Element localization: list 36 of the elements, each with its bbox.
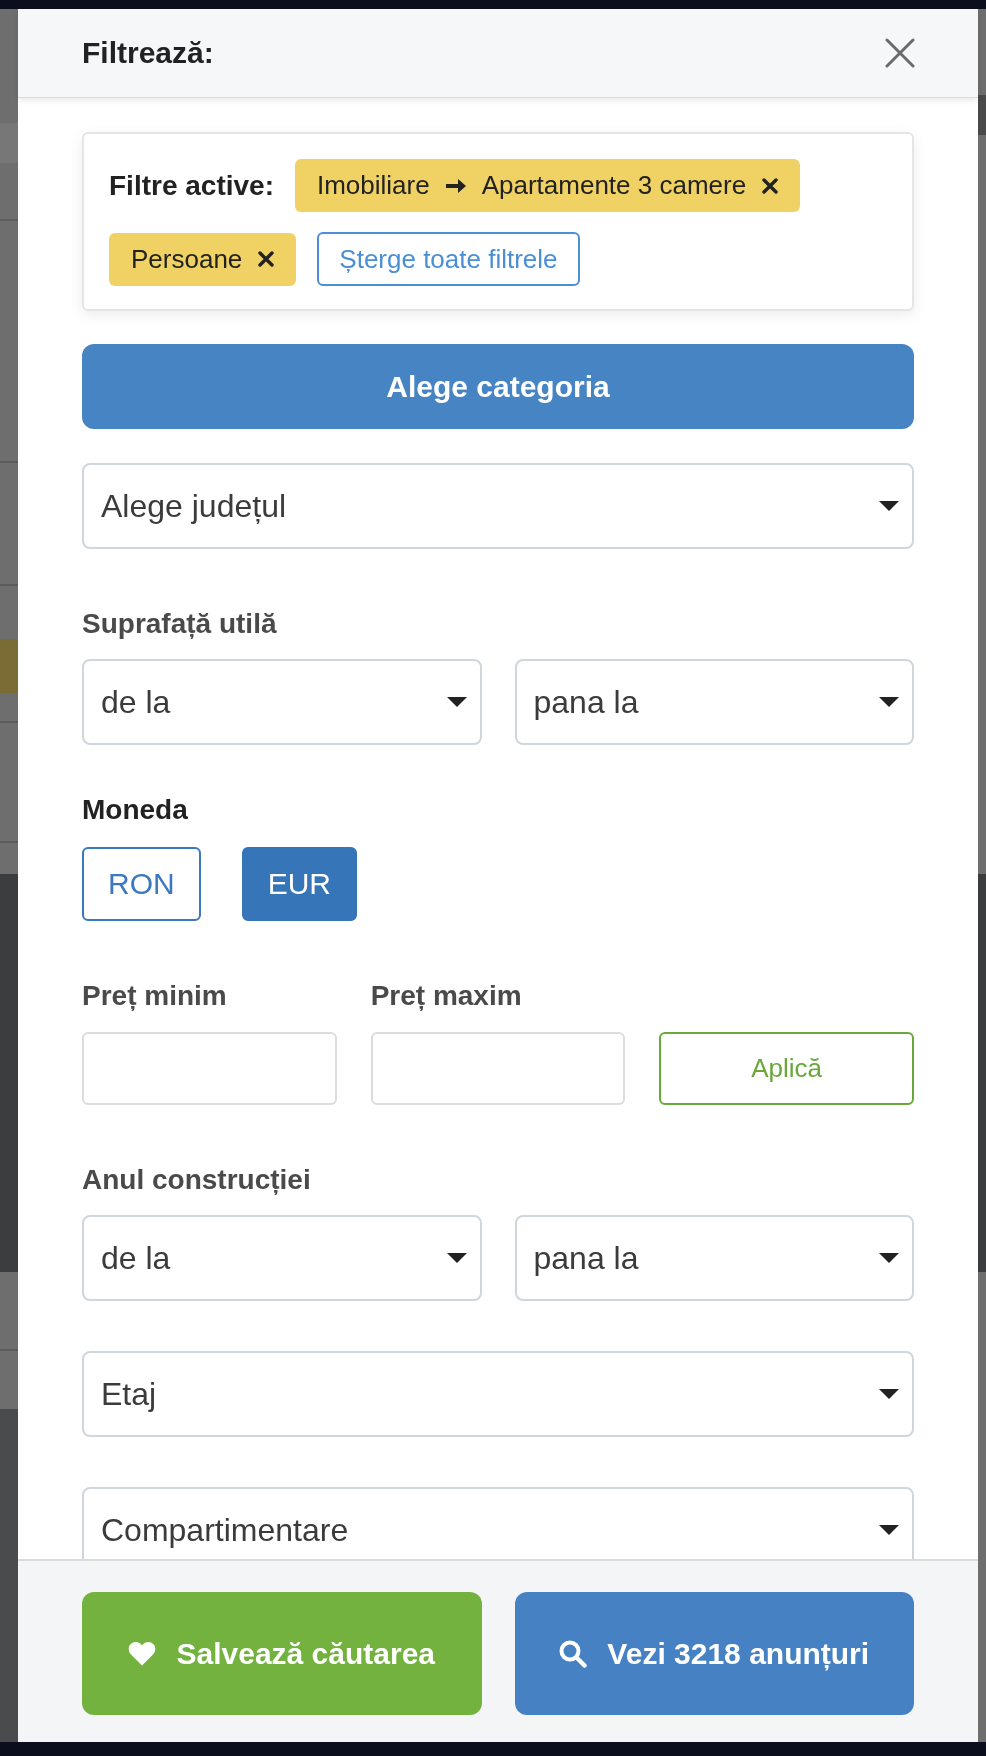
x-icon [258, 251, 275, 267]
filter-chip[interactable]: Persoane [109, 232, 297, 286]
price-input-field[interactable] [370, 1032, 626, 1105]
dropdown-select[interactable]: de la [82, 1215, 482, 1301]
currency-toggle-button[interactable]: EUR [241, 847, 357, 921]
filter-chip[interactable]: Imobiliare Apartamente 3 camere [294, 159, 801, 212]
dropdown-select[interactable]: Compartimentare [82, 1487, 914, 1559]
caret-down-icon [879, 501, 899, 511]
show-results-button[interactable]: Vezi 3218 anunțuri [514, 1592, 914, 1715]
caret-down-icon [446, 697, 467, 707]
caret-down-icon [879, 1525, 899, 1535]
field-label: Moneda [82, 793, 189, 827]
currency-toggle-button[interactable]: RON [82, 847, 201, 921]
field-label: Anul construcției [82, 1163, 312, 1197]
close-button[interactable] [885, 38, 915, 68]
dropdown-select[interactable]: Etaj [82, 1351, 914, 1437]
caret-down-icon [879, 697, 899, 707]
dropdown-select[interactable]: de la [82, 659, 482, 745]
dropdown-select[interactable]: Alege județul [82, 463, 914, 549]
x-icon [762, 177, 779, 194]
price-input-field[interactable] [82, 1032, 337, 1105]
caret-down-icon [879, 1389, 899, 1399]
active-filters-label: Filtre active: [109, 168, 274, 203]
close-icon [885, 38, 915, 68]
category-button[interactable]: Alege categoria [82, 344, 914, 429]
dropdown-select[interactable]: pana la [514, 1215, 914, 1301]
field-label: Preț maxim [370, 979, 523, 1013]
caret-down-icon [446, 1253, 467, 1263]
search-icon [559, 1639, 588, 1668]
caret-down-icon [879, 1253, 899, 1263]
arrow-right-icon [445, 178, 466, 193]
modal-title: Filtrează: [82, 36, 214, 70]
heart-icon [128, 1641, 157, 1666]
dropdown-select[interactable]: pana la [514, 659, 914, 745]
field-label: Preț minim [82, 979, 228, 1013]
field-label: Suprafață utilă [82, 607, 278, 641]
